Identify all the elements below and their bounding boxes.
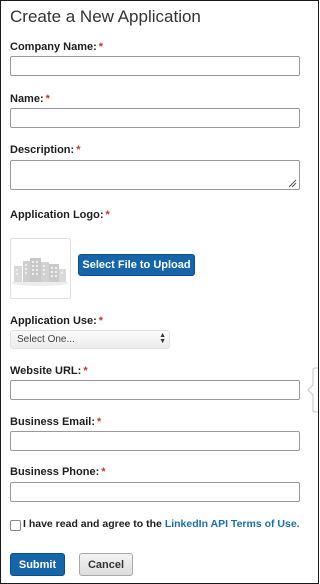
description-label-text: Description: <box>10 144 75 156</box>
select-updown-icon: ▲ ▼ <box>159 332 166 345</box>
website-url-input[interactable] <box>10 380 300 400</box>
company-name-input[interactable] <box>10 56 300 76</box>
application-form-window: Create a New Application Company Name: * … <box>0 0 319 584</box>
company-name-label-text: Company Name: <box>10 41 97 53</box>
terms-agreement: I have read and agree to the LinkedIn AP… <box>23 518 300 530</box>
application-use-label-text: Application Use: <box>10 315 97 327</box>
required-marker: * <box>96 416 102 428</box>
required-marker: * <box>76 144 81 156</box>
business-phone-label: Business Phone: * <box>10 466 106 478</box>
application-use-label: Application Use: * <box>10 315 103 327</box>
required-marker: * <box>101 466 106 478</box>
logo-preview <box>10 238 71 299</box>
description-label: Description: * <box>10 144 80 156</box>
required-marker: * <box>98 315 104 327</box>
select-file-button[interactable]: Select File to Upload <box>78 254 195 276</box>
company-name-label: Company Name: * <box>10 41 103 53</box>
business-email-label: Business Email: * <box>10 416 101 428</box>
website-url-label: Website URL: * <box>10 365 88 377</box>
application-logo-label: Application Logo: * <box>10 209 110 221</box>
required-marker: * <box>98 41 104 53</box>
application-logo-label-text: Application Logo: <box>10 209 104 221</box>
required-marker: * <box>105 209 110 221</box>
terms-of-use-link[interactable]: LinkedIn API Terms of Use. <box>165 518 300 530</box>
side-tab-handle[interactable] <box>305 367 319 413</box>
required-marker: * <box>45 93 50 105</box>
terms-checkbox[interactable] <box>10 520 21 531</box>
city-buildings-icon <box>12 258 68 286</box>
business-phone-label-text: Business Phone: <box>10 466 100 478</box>
description-textarea[interactable] <box>10 160 300 190</box>
terms-agreement-text: I have read and agree to the <box>23 518 162 530</box>
page-title: Create a New Application <box>10 7 201 26</box>
cancel-button[interactable]: Cancel <box>79 553 133 576</box>
application-use-selected-value: Select One... <box>17 334 75 345</box>
submit-button[interactable]: Submit <box>10 553 65 576</box>
name-label: Name: * <box>10 93 50 105</box>
business-email-label-text: Business Email: <box>10 416 95 428</box>
required-marker: * <box>83 365 88 377</box>
business-email-input[interactable] <box>10 431 300 451</box>
name-input[interactable] <box>10 108 300 128</box>
resize-grip-icon[interactable] <box>287 178 297 188</box>
business-phone-input[interactable] <box>10 482 300 502</box>
website-url-label-text: Website URL: <box>10 365 82 377</box>
application-use-select[interactable]: Select One... ▲ ▼ <box>10 330 170 349</box>
name-label-text: Name: <box>10 93 44 105</box>
